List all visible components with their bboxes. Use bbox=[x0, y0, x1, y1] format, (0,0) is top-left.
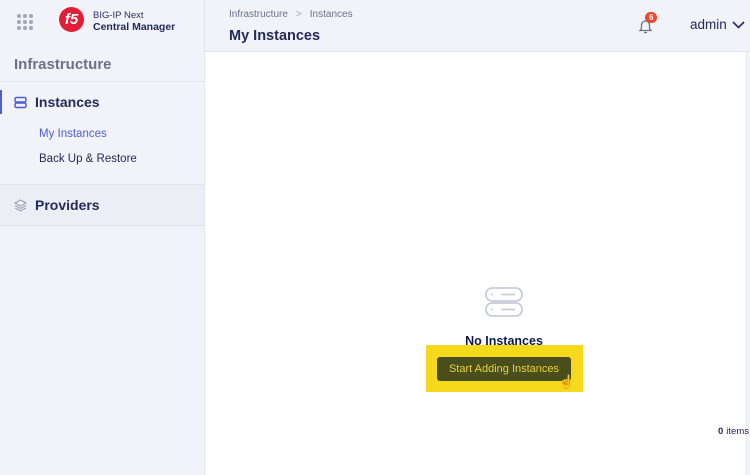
sidebar-item-label: Instances bbox=[35, 94, 100, 110]
sidebar-item-backup-restore[interactable]: Back Up & Restore bbox=[39, 153, 137, 165]
f5-logo: f5 bbox=[59, 7, 84, 32]
scrollbar-track bbox=[745, 52, 750, 475]
section-title: Infrastructure bbox=[14, 56, 112, 73]
layers-icon bbox=[14, 198, 27, 212]
divider bbox=[0, 225, 204, 226]
chevron-down-icon bbox=[732, 20, 745, 29]
brand-line2: Central Manager bbox=[93, 21, 176, 33]
item-count-label: items bbox=[726, 426, 749, 437]
breadcrumb-infrastructure[interactable]: Infrastructure bbox=[229, 9, 288, 20]
sidebar-item-label: Providers bbox=[35, 197, 100, 213]
sidebar-item-providers[interactable]: Providers bbox=[0, 193, 204, 217]
chevron-right-icon: > bbox=[295, 9, 302, 20]
user-menu[interactable]: admin bbox=[690, 17, 745, 32]
user-name: admin bbox=[690, 17, 727, 32]
item-count-value: 0 bbox=[718, 426, 724, 437]
page-header: Infrastructure > Instances My Instances 6 … bbox=[205, 0, 750, 52]
pointer-cursor-icon: ☝ bbox=[558, 374, 575, 389]
brand-line1: BIG-IP Next bbox=[93, 10, 144, 21]
item-count: 0 items bbox=[718, 426, 749, 437]
app-grid-icon[interactable] bbox=[17, 14, 33, 30]
sidebar-item-instances[interactable]: Instances bbox=[0, 90, 204, 114]
breadcrumb: Infrastructure > Instances bbox=[229, 9, 353, 20]
sidebar-item-my-instances[interactable]: My Instances bbox=[39, 128, 107, 140]
page-title: My Instances bbox=[229, 28, 321, 44]
empty-state-title: No Instances bbox=[465, 334, 543, 348]
divider bbox=[0, 81, 204, 82]
breadcrumb-instances[interactable]: Instances bbox=[310, 9, 353, 20]
server-icon bbox=[485, 287, 523, 317]
notification-badge: 6 bbox=[645, 12, 658, 23]
start-adding-instances-button[interactable]: Start Adding Instances bbox=[437, 357, 571, 381]
server-icon bbox=[14, 96, 27, 108]
sidebar: f5 BIG-IP Next Central Manager Infrastru… bbox=[0, 0, 205, 475]
